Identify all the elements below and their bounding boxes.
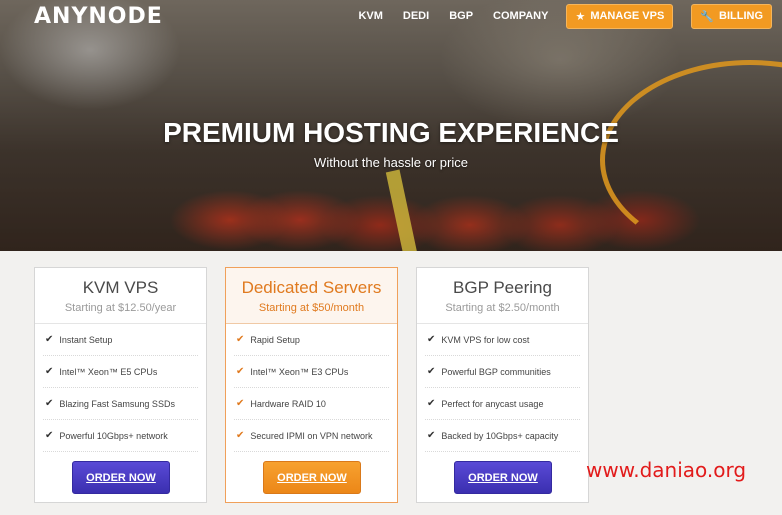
billing-label: BILLING xyxy=(719,10,763,22)
check-icon: ✔ xyxy=(427,334,436,345)
plan-title: KVM VPS xyxy=(82,278,159,297)
feature-item: ✔ Instant Setup xyxy=(43,324,198,356)
order-now-button[interactable]: ORDER NOW xyxy=(263,461,361,494)
plan-title: Dedicated Servers xyxy=(241,278,382,297)
site-logo[interactable]: ANYNODE xyxy=(34,4,163,29)
check-icon: ✔ xyxy=(427,430,436,441)
feature-list: ✔ Rapid Setup ✔ Intel™ Xeon™ E3 CPUs ✔ Hard… xyxy=(226,324,397,452)
feature-item: ✔ Powerful 10Gbps+ network xyxy=(43,420,198,452)
plan-price: Starting at $2.50/month xyxy=(445,302,560,314)
feature-list: ✔ KVM VPS for low cost ✔ Powerful BGP comm… xyxy=(417,324,588,452)
manage-vps-button[interactable]: ★ MANAGE VPS xyxy=(566,3,674,29)
nav-link-dedi[interactable]: DEDI xyxy=(403,10,429,22)
feature-item: ✔ Rapid Setup xyxy=(234,324,389,356)
check-icon: ✔ xyxy=(236,430,245,441)
order-now-button[interactable]: ORDER NOW xyxy=(454,461,552,494)
main-nav: KVM DEDI BGP COMPANY ★ MANAGE VPS 🔧 BILL… xyxy=(338,3,772,29)
plan-card-dedicated: Dedicated Servers Starting at $50/month … xyxy=(225,267,398,503)
feature-item: ✔ Intel™ Xeon™ E5 CPUs xyxy=(43,356,198,388)
plan-card-bgp: BGP Peering Starting at $2.50/month ✔ KVM… xyxy=(416,267,589,503)
check-icon: ✔ xyxy=(236,334,245,345)
check-icon: ✔ xyxy=(427,398,436,409)
feature-list: ✔ Instant Setup ✔ Intel™ Xeon™ E5 CPUs ✔ Bl… xyxy=(35,324,206,452)
plan-header: KVM VPS Starting at $12.50/year xyxy=(35,268,206,324)
feature-item: ✔ KVM VPS for low cost xyxy=(425,324,580,356)
nav-link-bgp[interactable]: BGP xyxy=(449,10,473,22)
check-icon: ✔ xyxy=(45,334,54,345)
feature-item: ✔ Secured IPMI on VPN network xyxy=(234,420,389,452)
check-icon: ✔ xyxy=(45,398,54,409)
nav-link-company[interactable]: COMPANY xyxy=(493,10,548,22)
feature-item: ✔ Blazing Fast Samsung SSDs xyxy=(43,388,198,420)
plan-header: Dedicated Servers Starting at $50/month xyxy=(226,268,397,324)
hero-subtitle: Without the hassle or price xyxy=(314,155,468,170)
plan-title: BGP Peering xyxy=(453,278,552,297)
plan-card-kvm: KVM VPS Starting at $12.50/year ✔ Instant… xyxy=(34,267,207,503)
watermark-text: www.daniao.org xyxy=(586,458,747,482)
feature-item: ✔ Perfect for anycast usage xyxy=(425,388,580,420)
plan-price: Starting at $12.50/year xyxy=(64,302,177,314)
nav-link-kvm[interactable]: KVM xyxy=(358,10,382,22)
check-icon: ✔ xyxy=(427,366,436,377)
wrench-icon: 🔧 xyxy=(700,10,714,23)
billing-button[interactable]: 🔧 BILLING xyxy=(691,3,772,29)
feature-item: ✔ Intel™ Xeon™ E3 CPUs xyxy=(234,356,389,388)
check-icon: ✔ xyxy=(45,366,54,377)
plan-price: Starting at $50/month xyxy=(258,302,365,314)
feature-item: ✔ Backed by 10Gbps+ capacity xyxy=(425,420,580,452)
star-icon: ★ xyxy=(575,10,586,23)
manage-vps-label: MANAGE VPS xyxy=(590,10,665,22)
check-icon: ✔ xyxy=(236,398,245,409)
feature-item: ✔ Powerful BGP communities xyxy=(425,356,580,388)
plan-header: BGP Peering Starting at $2.50/month xyxy=(417,268,588,324)
hero-title: PREMIUM HOSTING EXPERIENCE xyxy=(163,117,619,148)
feature-item: ✔ Hardware RAID 10 xyxy=(234,388,389,420)
order-now-button[interactable]: ORDER NOW xyxy=(72,461,170,494)
check-icon: ✔ xyxy=(45,430,54,441)
check-icon: ✔ xyxy=(236,366,245,377)
